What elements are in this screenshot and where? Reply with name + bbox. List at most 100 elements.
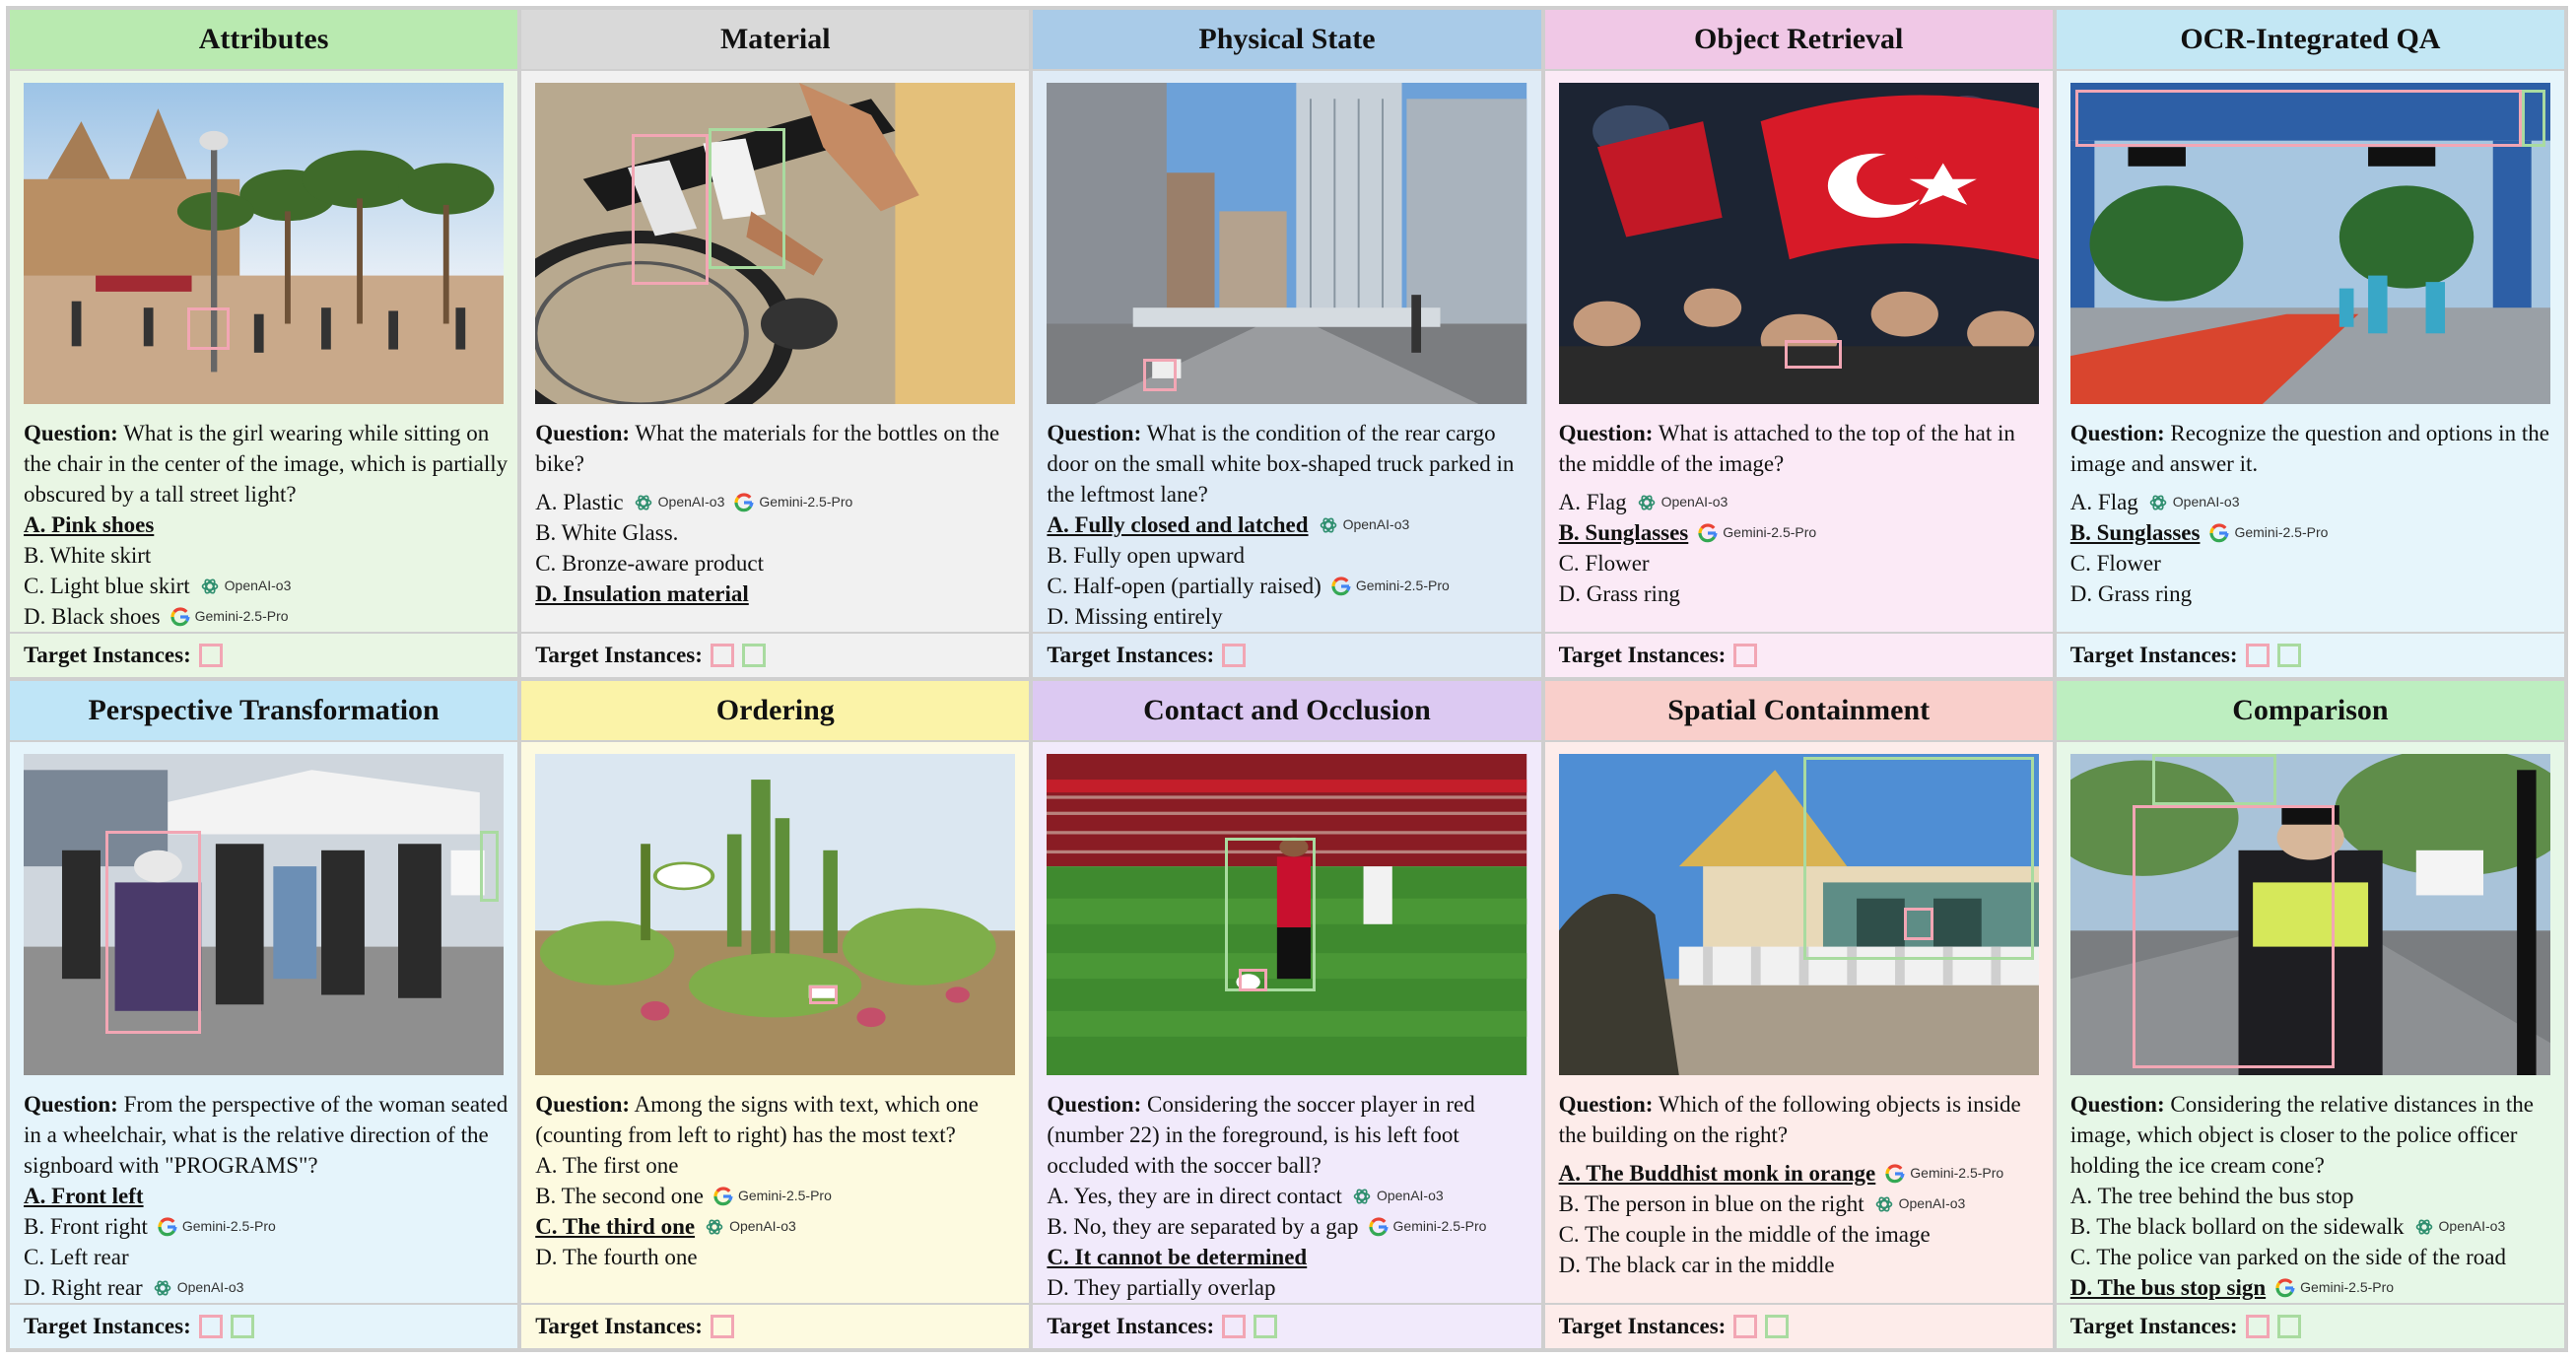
question-label: Question: xyxy=(1558,1092,1654,1117)
answer-option: D. Black shoes Gemini-2.5-Pro xyxy=(24,601,508,632)
panel-material: Material Question: What the materials fo… xyxy=(519,8,1032,679)
gemini-prediction-tag: Gemini-2.5-Pro xyxy=(1885,1158,2003,1189)
openai-o3-prediction-tag: OpenAI-o3 xyxy=(2414,1211,2505,1242)
option-text: D. Missing entirely xyxy=(1047,604,1223,629)
panel-title: Spatial Containment xyxy=(1544,681,2053,742)
answer-option: D. Grass ring xyxy=(2070,578,2554,609)
target-instances-row: Target Instances: xyxy=(521,632,1030,677)
panel-contact-and-occlusion: Contact and Occlusion Question: Consider… xyxy=(1031,679,1543,1350)
option-text: D. Grass ring xyxy=(2069,581,2193,606)
pink-target-swatch xyxy=(1733,644,1758,667)
target-instances-row: Target Instances: xyxy=(1544,632,2053,677)
question-text: Question: What is the girl wearing while… xyxy=(24,418,508,510)
answer-option: C. Light blue skirt OpenAI-o3 xyxy=(24,571,508,601)
openai-o3-prediction-tag: OpenAI-o3 xyxy=(1637,487,1728,517)
option-text: B. No, they are separated by a gap xyxy=(1047,1214,1359,1239)
option-text: A. Pink shoes xyxy=(24,512,155,537)
panel-title: Perspective Transformation xyxy=(10,681,518,742)
answer-option: B. The second one Gemini-2.5-Pro xyxy=(535,1181,1019,1211)
target-box-pink xyxy=(1239,969,1268,992)
gemini-prediction-tag: Gemini-2.5-Pro xyxy=(2209,517,2328,548)
panel-physical-state: Physical State Question: What is the con… xyxy=(1031,8,1543,679)
openai-logo-icon xyxy=(1875,1195,1892,1212)
answer-options: A. Plastic OpenAI-o3 Gemini-2.5-Pro B. Whit… xyxy=(535,487,1019,609)
panel-title: Ordering xyxy=(521,681,1030,742)
scene-image xyxy=(2069,754,2550,1075)
model-name: OpenAI-o3 xyxy=(1376,1188,1444,1203)
model-name: Gemini-2.5-Pro xyxy=(2300,1279,2395,1295)
option-text: B. The person in blue on the right xyxy=(1558,1191,1864,1216)
question-text: Question: What is attached to the top of… xyxy=(1559,418,2043,479)
option-text: D. They partially overlap xyxy=(1047,1275,1276,1300)
option-text: C. It cannot be determined xyxy=(1047,1245,1308,1269)
option-text: D. Right rear xyxy=(24,1275,143,1300)
target-box-green xyxy=(2151,754,2277,806)
question-label: Question: xyxy=(1047,1092,1142,1117)
model-name: Gemini-2.5-Pro xyxy=(1355,578,1450,593)
openai-o3-prediction-tag: OpenAI-o3 xyxy=(2148,487,2240,517)
answer-option: B. White skirt xyxy=(24,540,508,571)
gemini-prediction-tag: Gemini-2.5-Pro xyxy=(1698,517,1816,548)
openai-logo-icon xyxy=(1320,516,1336,533)
target-box-pink xyxy=(186,307,231,350)
openai-logo-icon xyxy=(1638,494,1655,510)
option-text: C. Flower xyxy=(1558,551,1650,576)
openai-logo-icon xyxy=(2415,1218,2432,1235)
google-g-logo-icon xyxy=(1331,576,1351,595)
target-instances-label: Target Instances: xyxy=(24,1314,191,1338)
answer-option: C. Bronze-aware product xyxy=(535,548,1019,578)
pink-target-swatch xyxy=(1733,1315,1758,1338)
question-text: Question: Which of the following objects… xyxy=(1559,1089,2043,1150)
correct-answer-option: D. The bus stop sign Gemini-2.5-Pro xyxy=(2070,1272,2554,1303)
target-box-pink xyxy=(808,985,839,1005)
panel-title: OCR-Integrated QA xyxy=(2056,10,2564,71)
green-target-swatch xyxy=(1254,1315,1278,1338)
gemini-prediction-tag: Gemini-2.5-Pro xyxy=(734,487,852,517)
openai-logo-icon xyxy=(154,1279,171,1296)
target-box-pink xyxy=(2074,89,2522,148)
question-text: Question: Considering the relative dista… xyxy=(2070,1089,2554,1181)
openai-o3-prediction-tag: OpenAI-o3 xyxy=(200,571,291,601)
model-name: OpenAI-o3 xyxy=(729,1218,796,1234)
question-label: Question: xyxy=(2069,421,2165,445)
panel-title: Contact and Occlusion xyxy=(1033,681,1541,742)
option-text: C. Flower xyxy=(2069,551,2161,576)
option-text: C. Bronze-aware product xyxy=(535,551,765,576)
model-name: OpenAI-o3 xyxy=(1342,516,1410,532)
question-text: Question: From the perspective of the wo… xyxy=(24,1089,508,1181)
target-instances-row: Target Instances: xyxy=(10,1303,518,1348)
option-text: B. The black bollard on the sidewalk xyxy=(2069,1214,2405,1239)
google-g-logo-icon xyxy=(1885,1163,1905,1183)
correct-answer-option: D. Insulation material xyxy=(535,578,1019,609)
correct-answer-option: A. The Buddhist monk in orange Gemini-2.5… xyxy=(1559,1158,2043,1189)
model-name: Gemini-2.5-Pro xyxy=(759,494,853,510)
model-name: OpenAI-o3 xyxy=(1898,1195,1966,1211)
gemini-prediction-tag: Gemini-2.5-Pro xyxy=(158,1211,276,1242)
openai-o3-prediction-tag: OpenAI-o3 xyxy=(153,1272,244,1303)
option-text: D. The fourth one xyxy=(535,1245,698,1269)
outdoor-fair-crowd-photo xyxy=(24,754,505,1075)
model-name: Gemini-2.5-Pro xyxy=(1392,1218,1487,1234)
green-target-swatch xyxy=(2276,1315,2301,1338)
panel-ordering: Ordering Question: Among the signs with … xyxy=(519,679,1032,1350)
model-name: Gemini-2.5-Pro xyxy=(737,1188,832,1203)
target-box-pink xyxy=(1904,908,1933,941)
google-g-logo-icon xyxy=(734,492,754,511)
target-box-pink xyxy=(631,134,709,286)
qa-block: Question: Considering the relative dista… xyxy=(2070,1089,2554,1303)
option-text: A. The Buddhist monk in orange xyxy=(1558,1161,1876,1186)
green-target-swatch xyxy=(741,644,766,667)
pink-target-swatch xyxy=(2245,1315,2270,1338)
openai-o3-prediction-tag: OpenAI-o3 xyxy=(1874,1189,1966,1219)
answer-option: A. Yes, they are in direct contact OpenAI… xyxy=(1047,1181,1530,1211)
answer-option: A. Flag OpenAI-o3 xyxy=(2070,487,2554,517)
model-name: OpenAI-o3 xyxy=(176,1279,244,1295)
correct-answer-option: B. Sunglasses Gemini-2.5-Pro xyxy=(1559,517,2043,548)
gemini-prediction-tag: Gemini-2.5-Pro xyxy=(2275,1272,2394,1303)
qa-block: Question: What is the condition of the r… xyxy=(1047,418,1530,632)
model-name: Gemini-2.5-Pro xyxy=(1910,1165,2004,1181)
target-instances-row: Target Instances: xyxy=(1544,1303,2053,1348)
question-label: Question: xyxy=(1558,421,1654,445)
option-text: C. The third one xyxy=(535,1214,696,1239)
answer-option: D. Missing entirely xyxy=(1047,601,1530,632)
